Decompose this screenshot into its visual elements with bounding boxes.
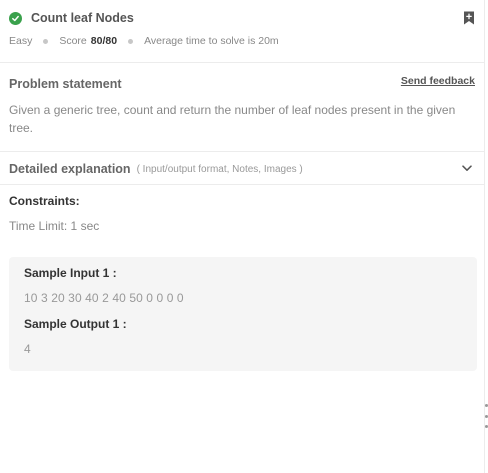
- average-time: Average time to solve is 20m: [144, 35, 279, 47]
- problem-title: Count leaf Nodes: [31, 11, 134, 25]
- time-limit: Time Limit: 1 sec: [9, 219, 100, 233]
- problem-statement-text: Given a generic tree, count and return t…: [9, 103, 456, 135]
- detailed-explanation-toggle[interactable]: Detailed explanation ( Input/output form…: [9, 161, 475, 177]
- problem-meta: Easy Score 80/80 Average time to solve i…: [9, 35, 279, 47]
- separator-dot: [128, 38, 134, 44]
- detailed-explanation-heading: Detailed explanation: [9, 162, 131, 176]
- sample-output-label: Sample Output 1 :: [24, 317, 127, 331]
- divider: [0, 151, 485, 152]
- sample-input-value: 10 3 20 30 40 2 40 50 0 0 0 0: [24, 291, 184, 305]
- bookmark-icon[interactable]: [463, 11, 475, 25]
- difficulty-label: Easy: [9, 35, 33, 47]
- separator-dot: [43, 38, 49, 44]
- problem-panel: Count leaf Nodes Easy Score 80/80 Averag…: [0, 0, 485, 473]
- divider: [0, 184, 485, 185]
- detailed-explanation-subtext: ( Input/output format, Notes, Images ): [136, 163, 303, 175]
- sample-output-value: 4: [24, 342, 31, 356]
- problem-header: Count leaf Nodes: [9, 9, 475, 27]
- sample-box: Sample Input 1 : 10 3 20 30 40 2 40 50 0…: [9, 257, 477, 371]
- constraints-heading: Constraints:: [9, 194, 80, 208]
- send-feedback-link[interactable]: Send feedback: [401, 75, 475, 87]
- score-label: Score: [59, 35, 87, 47]
- score-value: 80/80: [90, 35, 118, 47]
- problem-statement-heading: Problem statement: [9, 77, 122, 91]
- divider: [0, 62, 485, 63]
- chevron-down-icon[interactable]: [462, 165, 472, 172]
- check-circle-icon: [9, 11, 22, 25]
- sample-input-label: Sample Input 1 :: [24, 266, 117, 280]
